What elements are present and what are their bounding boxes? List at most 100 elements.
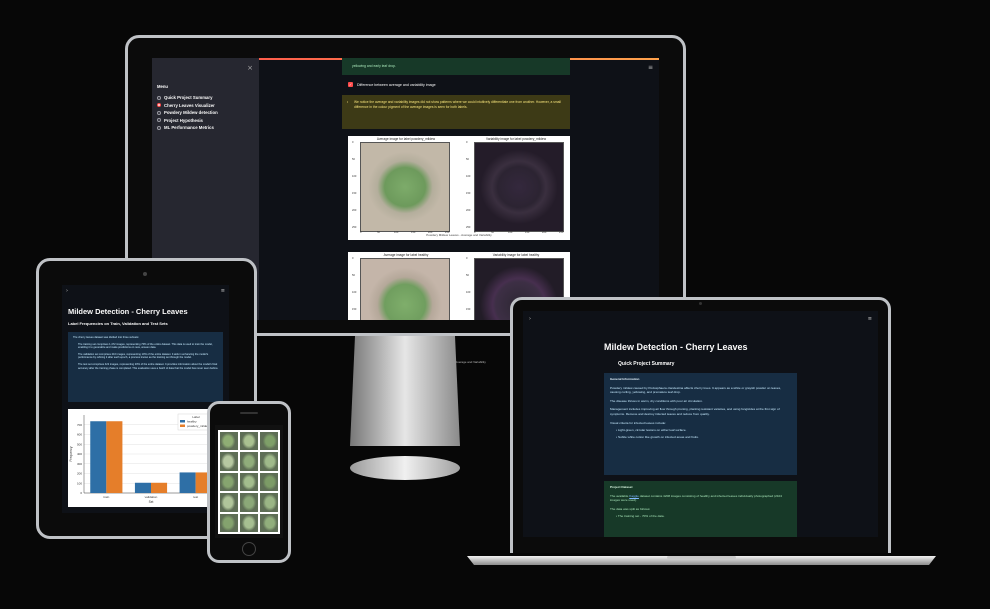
bar-healthy-test [179, 472, 196, 493]
bullet-icon: • [347, 100, 349, 104]
y-tick-label: 400 [77, 452, 82, 456]
radio-selected-icon [157, 103, 161, 108]
list-item: • The training set - 70% of the data. [616, 514, 665, 519]
y-tick-label: 100 [466, 291, 471, 294]
legend-label: healthy [187, 419, 197, 423]
x-axis-label: Set [149, 500, 154, 504]
x-tick-label: 250 [445, 231, 450, 234]
variability-leaf-image [474, 142, 564, 232]
split-text: The data was split as follows: [610, 506, 651, 511]
avg-image-title: Average image for label healthy [383, 253, 429, 257]
dataset-text: The available [610, 493, 630, 498]
radio-icon [157, 125, 161, 130]
laptop-base [467, 551, 936, 565]
x-tick-label: 0 [360, 231, 362, 234]
leaf-thumbnail [260, 472, 278, 492]
general-paragraph: The disease thrives in warm, dry conditi… [610, 398, 703, 403]
kaggle-link[interactable]: Kaggle [629, 494, 639, 498]
general-paragraph: Powdery mildew caused by Podosphaera cla… [610, 385, 782, 395]
y-tick-label: 0 [466, 257, 468, 260]
sidebar-toggle-icon[interactable]: › [66, 288, 68, 294]
var-image-title: Variability image for label powdery_mild… [486, 137, 546, 141]
nav-item-label: Cherry Leaves Visualizer [164, 102, 215, 108]
bullet-validation: The validation set comprises 210 images,… [78, 352, 209, 360]
leaf-thumbnail [260, 493, 278, 512]
success-message: yellowing and early leaf drop. [342, 58, 570, 75]
y-tick-label: 200 [352, 209, 357, 212]
nav-item-label: ML Performance Metrics [164, 125, 214, 131]
y-tick-label: 0 [466, 141, 468, 144]
y-tick-label: 250 [466, 226, 471, 229]
x-tick-label: 150 [525, 231, 530, 234]
leaf-thumbnail [240, 432, 258, 451]
average-leaf-image [360, 142, 450, 232]
dataset-title: Project Dataset [610, 485, 633, 489]
bar-powdery_mildew-validation [151, 482, 168, 493]
laptop-screen: › ≡ Mildew Detection - Cherry Leaves Qui… [523, 311, 878, 537]
bar-powdery_mildew-train [106, 421, 123, 493]
camera-icon [699, 302, 702, 305]
nav-item-label: Powdery Mildew detection [164, 110, 218, 116]
var-image-title: Variability image for label healthy [492, 253, 540, 257]
y-tick-label: 100 [77, 481, 82, 485]
leaf-image-montage [218, 430, 280, 534]
y-tick-label: 250 [352, 226, 357, 229]
hamburger-menu-icon[interactable]: ≡ [221, 288, 225, 294]
y-tick-label: 150 [352, 192, 357, 195]
leaf-thumbnail [260, 452, 278, 471]
variability-checkbox[interactable]: ✓ Difference between average and variabi… [348, 82, 436, 87]
y-tick-label: 600 [77, 433, 82, 437]
success-text: yellowing and early leaf drop. [352, 64, 396, 68]
nav-item-visualizer[interactable]: Cherry Leaves Visualizer [157, 102, 218, 110]
leaf-thumbnail [240, 493, 258, 512]
monitor-stand [350, 336, 460, 482]
home-button[interactable] [242, 542, 256, 556]
dataset-paragraph: The available Kaggle dataset contains 42… [610, 494, 791, 503]
y-tick-label: 700 [77, 423, 82, 427]
label-frequency-chart: 0100200300400500600700train validation tes… [68, 409, 223, 507]
list-item-text: The training set - 70% of the data. [617, 514, 665, 519]
close-icon[interactable]: × [247, 64, 253, 72]
y-tick-label: 300 [77, 462, 82, 466]
x-tick-label: validation [145, 495, 158, 499]
x-tick-label: 50 [377, 231, 380, 234]
powdery-mildew-figure: Average image for label powdery_mildew V… [348, 136, 570, 240]
speaker-grille [240, 412, 258, 414]
nav-item-quick-summary[interactable]: Quick Project Summary [157, 94, 218, 102]
radio-icon [157, 118, 161, 123]
radio-icon [157, 110, 161, 115]
x-tick-label: 250 [559, 231, 564, 234]
x-tick-label: 200 [428, 231, 433, 234]
y-axis-label: Frequency [69, 446, 73, 461]
nav-item-hypothesis[interactable]: Project Hypothesis [157, 117, 218, 125]
leaf-thumbnail [220, 452, 238, 471]
y-tick-label: 50 [466, 274, 469, 277]
camera-icon [143, 272, 147, 276]
y-tick-label: 0 [352, 257, 354, 260]
info-text: We notice the average and variability im… [354, 100, 561, 109]
y-tick-label: 50 [466, 158, 469, 161]
general-info-title: General Information [610, 377, 640, 381]
x-tick-label: 200 [542, 231, 547, 234]
x-tick-label: 100 [394, 231, 399, 234]
leaf-thumbnail [220, 493, 238, 512]
general-paragraph: Management includes improving air flow t… [610, 407, 780, 416]
dataset-split-info: The cherry leaves dataset was divided in… [68, 332, 223, 402]
y-tick-label: 150 [466, 308, 471, 311]
y-tick-label: 50 [352, 274, 355, 277]
nav-item-ml-metrics[interactable]: ML Performance Metrics [157, 124, 218, 132]
x-tick-label: train [103, 495, 109, 499]
figure-caption: Powdery Mildew Leaves - Average and Vari… [426, 233, 492, 237]
y-tick-label: 100 [466, 175, 471, 178]
sidebar-toggle-icon[interactable]: › [529, 316, 531, 322]
x-tick-label: 50 [491, 231, 494, 234]
nav-item-label: Quick Project Summary [164, 95, 213, 101]
y-tick-label: 500 [77, 442, 82, 446]
nav-item-detection[interactable]: Powdery Mildew detection [157, 109, 218, 117]
hamburger-menu-icon[interactable]: ≡ [648, 64, 653, 71]
hamburger-menu-icon[interactable]: ≡ [868, 316, 872, 322]
bar-healthy-validation [134, 482, 151, 493]
leaf-thumbnail [240, 452, 258, 471]
list-item-text: Subtle white cotton like growth on infec… [617, 434, 699, 439]
leaf-thumbnail [220, 472, 238, 492]
